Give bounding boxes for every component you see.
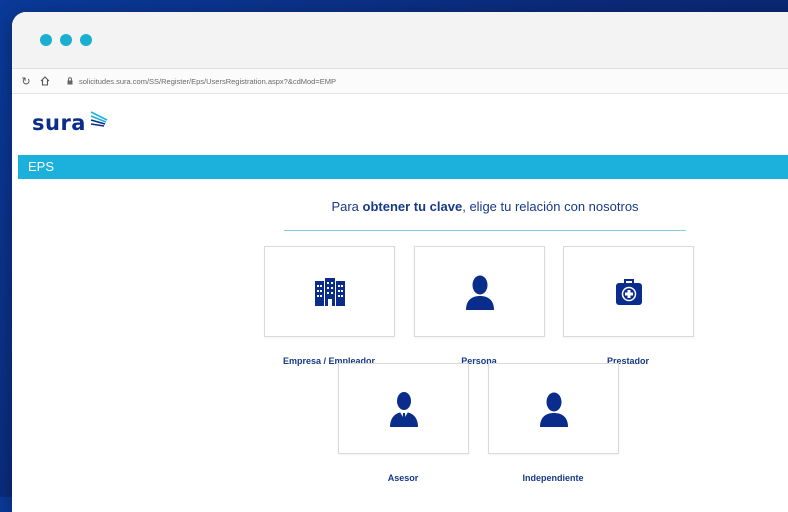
- building-icon: [314, 277, 345, 306]
- option-card-prestador[interactable]: [563, 246, 694, 337]
- option-card-independiente[interactable]: [488, 363, 619, 454]
- person-icon: [465, 275, 494, 310]
- medical-kit-icon: [615, 278, 642, 305]
- logo-text: sura: [32, 111, 86, 135]
- section-bar: EPS: [18, 155, 788, 179]
- option-card-empresa[interactable]: [264, 246, 395, 337]
- site-header: sura: [12, 94, 788, 151]
- advisor-icon: [389, 391, 418, 427]
- heading-bold: obtener tu clave: [362, 199, 463, 214]
- page-heading: Para obtener tu clave, elige tu relación…: [284, 199, 686, 214]
- window-titlebar: [12, 12, 788, 68]
- reload-icon[interactable]: ↻: [18, 75, 34, 88]
- option-card-asesor[interactable]: [338, 363, 469, 454]
- url-text[interactable]: solicitudes.sura.com/SS/Register/Eps/Use…: [79, 77, 336, 86]
- option-label-independiente[interactable]: Independiente: [473, 473, 633, 483]
- browser-window: ↻ solicitudes.sura.com/SS/Register/Eps/U…: [12, 12, 788, 512]
- address-bar[interactable]: ↻ solicitudes.sura.com/SS/Register/Eps/U…: [12, 68, 788, 94]
- window-dot-icon[interactable]: [80, 34, 92, 46]
- heading-divider: [284, 230, 686, 231]
- wing-logo-icon: [90, 111, 108, 127]
- heading-prefix: Para: [331, 199, 363, 214]
- person-icon: [539, 392, 568, 427]
- window-dot-icon[interactable]: [40, 34, 52, 46]
- window-controls: [40, 34, 92, 46]
- sura-logo[interactable]: sura: [32, 111, 110, 135]
- window-dot-icon[interactable]: [60, 34, 72, 46]
- main-content: Para obtener tu clave, elige tu relación…: [12, 179, 788, 512]
- section-label: EPS: [28, 159, 55, 174]
- option-label-asesor[interactable]: Asesor: [323, 473, 483, 483]
- lock-icon: [66, 77, 74, 85]
- home-icon[interactable]: [40, 76, 56, 86]
- option-card-persona[interactable]: [414, 246, 545, 337]
- heading-suffix: , elige tu relación con nosotros: [462, 199, 639, 214]
